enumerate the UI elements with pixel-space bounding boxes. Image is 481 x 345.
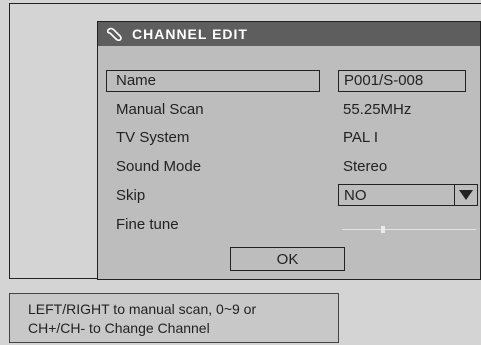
sound-mode-value: Stereo (343, 158, 388, 175)
skip-dropdown-value: NO (344, 186, 367, 204)
fine-tune-slider-track (342, 229, 476, 230)
tv-system-label[interactable]: TV System (116, 129, 189, 146)
dialog-titlebar: CHANNEL EDIT (98, 22, 480, 46)
screen-frame-left (9, 3, 10, 278)
help-text-line-1: LEFT/RIGHT to manual scan, 0~9 or (28, 301, 257, 317)
wrench-icon (106, 27, 124, 42)
help-text-box: LEFT/RIGHT to manual scan, 0~9 or CH+/CH… (9, 293, 339, 343)
fine-tune-slider[interactable] (342, 225, 476, 235)
sound-mode-label[interactable]: Sound Mode (116, 158, 201, 175)
dialog-title: CHANNEL EDIT (132, 26, 248, 42)
screen-frame-top (9, 3, 481, 4)
skip-label[interactable]: Skip (116, 187, 145, 204)
fine-tune-label[interactable]: Fine tune (116, 216, 179, 233)
skip-dropdown[interactable]: NO (338, 184, 478, 206)
fine-tune-slider-thumb[interactable] (381, 226, 385, 233)
ok-button[interactable]: OK (230, 247, 345, 271)
name-row-label[interactable]: Name (106, 70, 320, 92)
tv-system-value: PAL I (343, 129, 379, 146)
channel-edit-dialog: CHANNEL EDIT Name P001/S-008 Manual Scan… (97, 21, 481, 280)
triangle-down-icon[interactable] (454, 185, 477, 205)
manual-scan-label[interactable]: Manual Scan (116, 101, 204, 118)
name-value-field[interactable]: P001/S-008 (338, 70, 466, 92)
manual-scan-value: 55.25MHz (343, 101, 412, 118)
help-text-line-2: CH+/CH- to Change Channel (28, 320, 210, 336)
